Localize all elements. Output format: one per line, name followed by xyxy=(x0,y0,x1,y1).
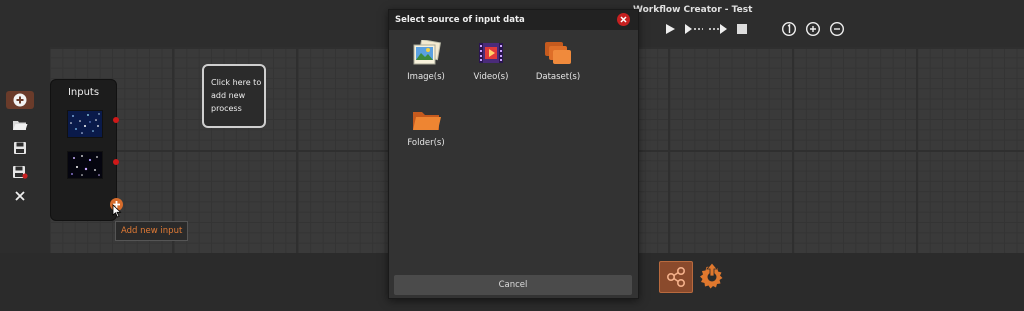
process-placeholder-text: add new xyxy=(211,91,246,100)
option-label: Image(s) xyxy=(407,72,445,82)
step-button[interactable] xyxy=(684,20,704,38)
save-as-button[interactable] xyxy=(6,163,34,181)
folder-open-icon xyxy=(13,121,28,130)
zoom-in-button[interactable] xyxy=(804,20,822,38)
save-as-icon xyxy=(13,166,28,179)
play-button[interactable] xyxy=(661,20,679,38)
output-port[interactable] xyxy=(113,117,119,123)
export-button[interactable] xyxy=(696,261,728,291)
stop-icon xyxy=(737,24,747,34)
option-label: Folder(s) xyxy=(407,138,445,148)
cells-image xyxy=(68,152,102,178)
zoom-reset-icon xyxy=(781,21,797,37)
window-title: Workflow Creator - Test xyxy=(633,5,753,15)
dialog-title: Select source of input data xyxy=(389,10,638,30)
connect-button[interactable] xyxy=(659,261,693,293)
zoom-reset-button[interactable] xyxy=(780,20,798,38)
gear-upload-icon xyxy=(700,262,723,289)
close-icon xyxy=(620,16,627,23)
mouse-cursor-icon xyxy=(112,204,122,218)
output-port[interactable] xyxy=(113,159,119,165)
play-icon xyxy=(666,24,675,34)
inputs-node-title: Inputs xyxy=(67,87,100,98)
zoom-out-icon xyxy=(829,21,845,37)
dialog-close-button[interactable] xyxy=(617,13,630,26)
zoom-out-button[interactable] xyxy=(828,20,846,38)
input-thumbnail[interactable] xyxy=(67,151,103,179)
zoom-in-icon xyxy=(805,21,821,37)
process-placeholder-text: Click here to xyxy=(211,78,262,87)
cancel-button[interactable]: Cancel xyxy=(394,275,632,295)
image-icon xyxy=(411,38,441,68)
option-label: Dataset(s) xyxy=(535,72,581,82)
option-videos[interactable]: Video(s) xyxy=(461,40,521,82)
share-nodes-icon xyxy=(666,266,686,288)
save-button[interactable] xyxy=(6,139,34,157)
skip-forward-icon xyxy=(709,24,727,34)
step-forward-icon xyxy=(685,24,703,34)
option-label: Video(s) xyxy=(473,72,509,82)
input-thumbnail[interactable] xyxy=(67,110,103,138)
stop-button[interactable] xyxy=(733,20,751,38)
folder-icon xyxy=(411,106,441,134)
open-button[interactable] xyxy=(6,116,34,134)
dataset-icon xyxy=(543,40,573,68)
add-input-button[interactable] xyxy=(6,91,34,109)
option-images[interactable]: Image(s) xyxy=(396,38,456,82)
save-icon xyxy=(14,142,26,154)
video-icon xyxy=(476,40,506,68)
starfield-image xyxy=(68,111,102,137)
close-icon xyxy=(15,191,25,201)
inputs-node[interactable]: Inputs xyxy=(50,79,117,221)
skip-button[interactable] xyxy=(708,20,728,38)
add-input-tooltip: Add new input xyxy=(115,221,189,241)
select-source-dialog: Select source of input data Image(s) Vid… xyxy=(388,9,639,299)
close-workflow-button[interactable] xyxy=(6,187,34,205)
add-icon xyxy=(13,93,27,107)
option-datasets[interactable]: Dataset(s) xyxy=(528,40,588,82)
add-process-placeholder[interactable]: Click here to add new process xyxy=(202,64,266,128)
option-folders[interactable]: Folder(s) xyxy=(396,106,456,148)
process-placeholder-text: process xyxy=(211,104,242,113)
